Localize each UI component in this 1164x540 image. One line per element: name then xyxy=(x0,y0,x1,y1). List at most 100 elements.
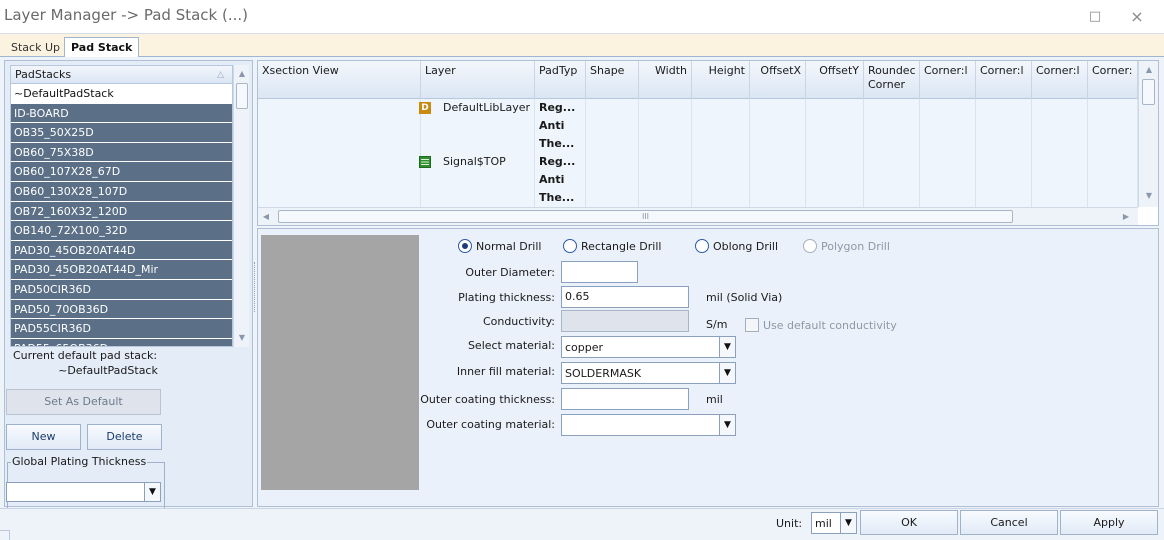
rectangle-drill-label: Rectangle Drill xyxy=(581,240,662,253)
minimize-icon[interactable]: □ xyxy=(1085,8,1105,26)
column-header[interactable]: Xsection View xyxy=(258,61,421,99)
close-icon[interactable]: × xyxy=(1127,8,1147,26)
unit-select[interactable]: mil ▼ xyxy=(811,512,857,534)
padstack-list[interactable]: ~DefaultPadStack ID-BOARD OB35_50X25D OB… xyxy=(10,84,233,347)
plating-thickness-input[interactable]: 0.65 xyxy=(561,286,689,308)
inner-fill-select[interactable]: SOLDERMASK ▼ xyxy=(561,362,736,384)
column-header[interactable]: Width xyxy=(639,61,692,99)
list-item[interactable]: PAD50CIR36D xyxy=(11,279,232,300)
grid-header: Xsection View Layer PadTyp Shape Width H… xyxy=(258,61,1138,99)
column-header[interactable]: Corner:l xyxy=(1032,61,1088,99)
list-item[interactable]: PAD50_70OB36D xyxy=(11,299,232,320)
column-header[interactable]: Corner:l xyxy=(976,61,1032,99)
column-header[interactable]: Layer xyxy=(421,61,535,99)
scroll-left-icon[interactable]: ◀ xyxy=(260,210,272,224)
list-item[interactable]: PAD55CIR36D xyxy=(11,319,232,339)
scroll-up-icon[interactable]: ▲ xyxy=(1141,63,1157,77)
padstacks-column-header[interactable]: PadStacks △ xyxy=(10,65,233,84)
chevron-down-icon[interactable]: ▼ xyxy=(719,363,735,383)
window-title: Layer Manager -> Pad Stack (...) xyxy=(4,6,249,24)
scroll-down-icon[interactable]: ▼ xyxy=(1141,189,1157,203)
chevron-down-icon[interactable]: ▼ xyxy=(719,415,735,435)
conductivity-label: Conductivity: xyxy=(482,315,555,328)
chevron-down-icon[interactable]: ▼ xyxy=(840,513,856,533)
list-item[interactable]: PAD30_45OB20AT44D xyxy=(11,240,232,261)
apply-button[interactable]: Apply xyxy=(1060,510,1158,535)
padtype-cell: Anti xyxy=(539,173,565,186)
scroll-thumb[interactable] xyxy=(1142,79,1155,105)
tab-pad-stack[interactable]: Pad Stack xyxy=(64,37,140,57)
oblong-drill-radio[interactable]: Oblong Drill xyxy=(695,239,778,255)
scroll-up-icon[interactable]: ▲ xyxy=(234,67,250,81)
column-header[interactable]: Roundec Corner xyxy=(864,61,920,99)
radio-icon xyxy=(563,239,577,253)
outer-diameter-input[interactable] xyxy=(561,261,638,283)
normal-drill-radio[interactable]: Normal Drill xyxy=(458,239,541,255)
current-default-value: ~DefaultPadStack xyxy=(58,364,158,377)
column-header[interactable]: OffsetY xyxy=(806,61,864,99)
grid-hscrollbar[interactable]: ◀ III ▶ xyxy=(258,207,1138,225)
padtype-cell: Anti xyxy=(539,119,565,132)
list-item[interactable]: PAD30_45OB20AT44D_Mir xyxy=(11,260,232,280)
coating-thickness-unit: mil xyxy=(706,393,723,406)
delete-button[interactable]: Delete xyxy=(87,424,162,450)
outer-coating-material-label: Outer coating material: xyxy=(426,418,555,431)
list-item[interactable]: OB35_50X25D xyxy=(11,123,232,143)
scroll-thumb[interactable] xyxy=(236,83,248,109)
chevron-down-icon[interactable]: ▼ xyxy=(719,337,735,357)
unit-label: Unit: xyxy=(776,517,803,530)
outer-coating-thickness-input[interactable] xyxy=(561,388,689,410)
use-default-conductivity-checkbox[interactable]: Use default conductivity xyxy=(745,318,897,334)
grid-body: D DefaultLibLayer Reg... Anti The... Sig… xyxy=(258,99,1138,207)
global-plating-combo[interactable]: ▼ xyxy=(6,482,161,502)
column-header[interactable]: OffsetX xyxy=(750,61,806,99)
padstack-list-scrollbar[interactable]: ▲ ▼ xyxy=(233,65,249,347)
grid-vscrollbar[interactable]: ▲ ▼ xyxy=(1138,61,1158,207)
outer-diameter-label: Outer Diameter: xyxy=(465,266,555,279)
column-header[interactable]: Shape xyxy=(586,61,639,99)
table-row[interactable]: Anti xyxy=(258,117,1138,135)
polygon-drill-radio[interactable]: Polygon Drill xyxy=(803,239,890,255)
table-row[interactable]: Anti xyxy=(258,171,1138,189)
resize-grip-icon[interactable] xyxy=(0,530,10,540)
scroll-right-icon[interactable]: ▶ xyxy=(1120,210,1132,224)
conductivity-input[interactable] xyxy=(561,310,689,332)
column-header[interactable]: Corner:l xyxy=(920,61,976,99)
title-bar: Layer Manager -> Pad Stack (...) □ × xyxy=(0,0,1164,34)
table-row[interactable]: Signal$TOP Reg... xyxy=(258,153,1138,171)
list-item[interactable]: OB60_75X38D xyxy=(11,142,232,163)
inner-fill-label: Inner fill material: xyxy=(456,365,555,378)
list-item[interactable]: ~DefaultPadStack xyxy=(11,84,232,104)
outer-coating-material-select[interactable]: ▼ xyxy=(561,414,736,436)
column-header[interactable]: Corner: xyxy=(1088,61,1138,99)
unit-value: mil xyxy=(815,517,832,530)
layer-grid[interactable]: Xsection View Layer PadTyp Shape Width H… xyxy=(257,60,1159,226)
new-button[interactable]: New xyxy=(6,424,81,450)
ok-button[interactable]: OK xyxy=(860,510,958,535)
table-row[interactable]: The... xyxy=(258,135,1138,153)
cancel-button[interactable]: Cancel xyxy=(960,510,1058,535)
chevron-down-icon[interactable]: ▼ xyxy=(144,483,160,501)
conductivity-unit: S/m xyxy=(706,318,728,331)
padtype-cell: Reg... xyxy=(539,101,576,114)
scroll-down-icon[interactable]: ▼ xyxy=(234,331,250,345)
list-item[interactable]: OB72_160X32_120D xyxy=(11,201,232,222)
list-item[interactable]: PAD55_65OB36D xyxy=(11,338,232,346)
column-header[interactable]: PadTyp xyxy=(535,61,586,99)
list-item[interactable]: ID-BOARD xyxy=(11,103,232,124)
material-select[interactable]: copper ▼ xyxy=(561,336,736,358)
tab-strip: Stack Up Pad Stack xyxy=(0,34,1164,57)
list-item[interactable]: OB60_107X28_67D xyxy=(11,162,232,182)
rectangle-drill-radio[interactable]: Rectangle Drill xyxy=(563,239,661,255)
set-as-default-button[interactable]: Set As Default xyxy=(6,389,161,415)
table-row[interactable]: The... xyxy=(258,189,1138,207)
oblong-drill-label: Oblong Drill xyxy=(713,240,779,253)
list-item[interactable]: OB60_130X28_107D xyxy=(11,181,232,202)
hscroll-thumb[interactable]: III xyxy=(278,210,1013,223)
footer-bar: Unit: mil ▼ OK Cancel Apply xyxy=(0,508,1164,540)
column-header[interactable]: Height xyxy=(692,61,750,99)
table-row[interactable]: D DefaultLibLayer Reg... xyxy=(258,99,1138,117)
list-item[interactable]: OB140_72X100_32D xyxy=(11,221,232,241)
radio-selected-icon xyxy=(458,239,472,253)
tab-stack-up[interactable]: Stack Up xyxy=(4,37,67,57)
